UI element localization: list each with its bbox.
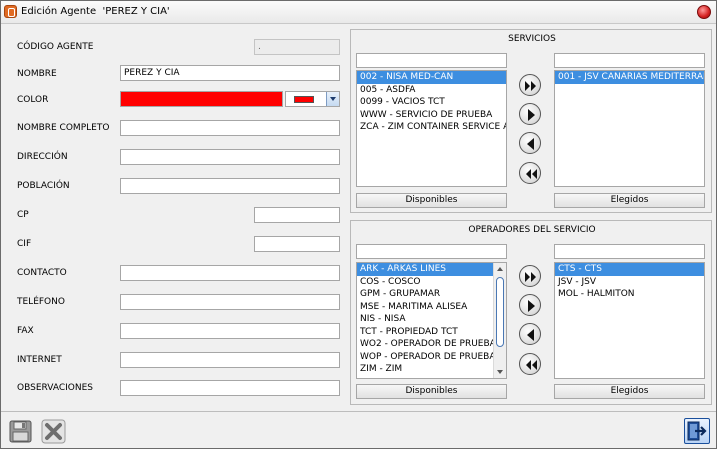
nombre-label: NOMBRE	[17, 69, 57, 79]
scrollbar-thumb[interactable]	[496, 277, 504, 347]
servicios-title: SERVICIOS	[508, 34, 556, 44]
window-title: Edición Agente 'PEREZ Y CIA'	[21, 6, 170, 17]
operadores-disponibles-list[interactable]: ARK - ARKAS LINES COS - COSCO GPM - GRUPAM…	[356, 262, 507, 379]
list-item[interactable]: 005 - ASDFA	[357, 84, 506, 97]
operadores-title: OPERADORES DEL SERVICIO	[468, 225, 596, 235]
arrow-right-icon	[528, 300, 535, 312]
save-button[interactable]	[8, 419, 34, 445]
list-item[interactable]: CTS - CTS	[555, 263, 704, 276]
exit-button[interactable]	[684, 418, 710, 444]
servicios-disponibles-filter[interactable]	[356, 53, 507, 68]
list-item[interactable]: NIS - NISA	[357, 313, 506, 326]
list-item[interactable]: MSE - MARITIMA ALISEA	[357, 301, 506, 314]
list-item[interactable]: ZIM - ZIM	[357, 363, 506, 376]
codigo-agente-label: CÓDIGO AGENTE	[17, 42, 94, 52]
list-item[interactable]: ZCA - ZIM CONTAINER SERVICE ATL	[357, 121, 506, 134]
scroll-up-icon[interactable]	[494, 263, 506, 275]
list-item[interactable]: WO2 - OPERADOR DE PRUEBA 2	[357, 338, 506, 351]
exit-door-icon	[687, 421, 707, 441]
direccion-field[interactable]	[120, 149, 340, 165]
operadores-move-left-button[interactable]	[519, 323, 541, 345]
cancel-button[interactable]	[41, 419, 67, 445]
list-item[interactable]: WOP - OPERADOR DE PRUEBA	[357, 351, 506, 364]
operadores-elegidos-header[interactable]: Elegidos	[554, 384, 705, 399]
cif-field[interactable]	[254, 236, 340, 252]
operadores-move-all-left-button[interactable]	[519, 353, 541, 375]
list-item[interactable]: 002 - NISA MED-CAN	[357, 71, 506, 84]
operadores-elegidos-list[interactable]: CTS - CTS JSV - JSV MOL - HALMITON	[554, 262, 705, 379]
double-arrow-left-icon	[526, 169, 537, 179]
nombre-completo-field[interactable]	[120, 120, 340, 136]
observaciones-label: OBSERVACIONES	[17, 383, 93, 393]
color-swatch[interactable]	[120, 91, 283, 107]
nombre-completo-label: NOMBRE COMPLETO	[17, 123, 110, 133]
servicios-elegidos-filter[interactable]	[554, 53, 705, 68]
servicios-disponibles-list[interactable]: 002 - NISA MED-CAN 005 - ASDFA 0099 - VACI…	[356, 70, 507, 187]
operadores-disponibles-filter[interactable]	[356, 244, 507, 259]
double-arrow-left-icon	[526, 360, 537, 370]
servicios-move-all-right-button[interactable]	[519, 74, 541, 96]
internet-field[interactable]	[120, 352, 340, 368]
servicios-elegidos-list[interactable]: 001 - JSV CANARIAS MEDITERRANE	[554, 70, 705, 187]
bottom-toolbar	[1, 411, 716, 448]
list-item[interactable]: 001 - JSV CANARIAS MEDITERRANE	[555, 71, 704, 84]
arrow-right-icon	[528, 109, 535, 121]
servicios-move-right-button[interactable]	[519, 103, 541, 125]
color-dropdown[interactable]	[285, 91, 340, 107]
cp-label: CP	[17, 210, 29, 220]
servicios-disponibles-header[interactable]: Disponibles	[356, 193, 507, 208]
arrow-left-icon	[527, 329, 534, 341]
operadores-scrollbar[interactable]	[493, 263, 506, 378]
list-item[interactable]: WWW - SERVICIO DE PRUEBA	[357, 109, 506, 122]
operadores-move-all-right-button[interactable]	[519, 265, 541, 287]
operadores-elegidos-filter[interactable]	[554, 244, 705, 259]
fax-field[interactable]	[120, 323, 340, 339]
double-arrow-right-icon	[525, 81, 536, 91]
list-item[interactable]: ARK - ARKAS LINES	[357, 263, 506, 276]
scroll-down-icon[interactable]	[494, 366, 506, 378]
codigo-agente-field: .	[254, 39, 340, 55]
poblacion-label: POBLACIÓN	[17, 181, 70, 191]
fax-label: FAX	[17, 326, 34, 336]
list-item[interactable]: MOL - HALMITON	[555, 288, 704, 301]
observaciones-field[interactable]	[120, 380, 340, 396]
list-item[interactable]: JSV - JSV	[555, 276, 704, 289]
operadores-disponibles-header[interactable]: Disponibles	[356, 384, 507, 399]
color-preview-chip	[294, 96, 314, 103]
close-window-button[interactable]	[697, 5, 711, 19]
direccion-label: DIRECCIÓN	[17, 152, 68, 162]
operadores-move-right-button[interactable]	[519, 294, 541, 316]
double-arrow-right-icon	[525, 272, 536, 282]
x-icon	[41, 419, 66, 444]
contacto-label: CONTACTO	[17, 268, 67, 278]
list-item[interactable]: COS - COSCO	[357, 276, 506, 289]
floppy-disk-icon	[9, 420, 32, 443]
chevron-down-icon[interactable]	[326, 92, 339, 106]
color-label: COLOR	[17, 95, 49, 105]
telefono-field[interactable]	[120, 294, 340, 310]
servicios-move-all-left-button[interactable]	[519, 162, 541, 184]
servicios-elegidos-header[interactable]: Elegidos	[554, 193, 705, 208]
cif-label: CIF	[17, 239, 32, 249]
nombre-field[interactable]: PEREZ Y CIA	[120, 65, 340, 81]
agent-edit-window: Edición Agente 'PEREZ Y CIA' CÓDIGO AGEN…	[0, 0, 717, 449]
list-item[interactable]: 0099 - VACIOS TCT	[357, 96, 506, 109]
list-item[interactable]: TCT - PROPIEDAD TCT	[357, 326, 506, 339]
title-bar: Edición Agente 'PEREZ Y CIA'	[1, 1, 716, 24]
poblacion-field[interactable]	[120, 178, 340, 194]
app-icon	[4, 5, 17, 18]
contacto-field[interactable]	[120, 265, 340, 281]
cp-field[interactable]	[254, 207, 340, 223]
servicios-move-left-button[interactable]	[519, 132, 541, 154]
internet-label: INTERNET	[17, 355, 62, 365]
telefono-label: TELÉFONO	[17, 297, 65, 307]
list-item[interactable]: GPM - GRUPAMAR	[357, 288, 506, 301]
arrow-left-icon	[527, 138, 534, 150]
